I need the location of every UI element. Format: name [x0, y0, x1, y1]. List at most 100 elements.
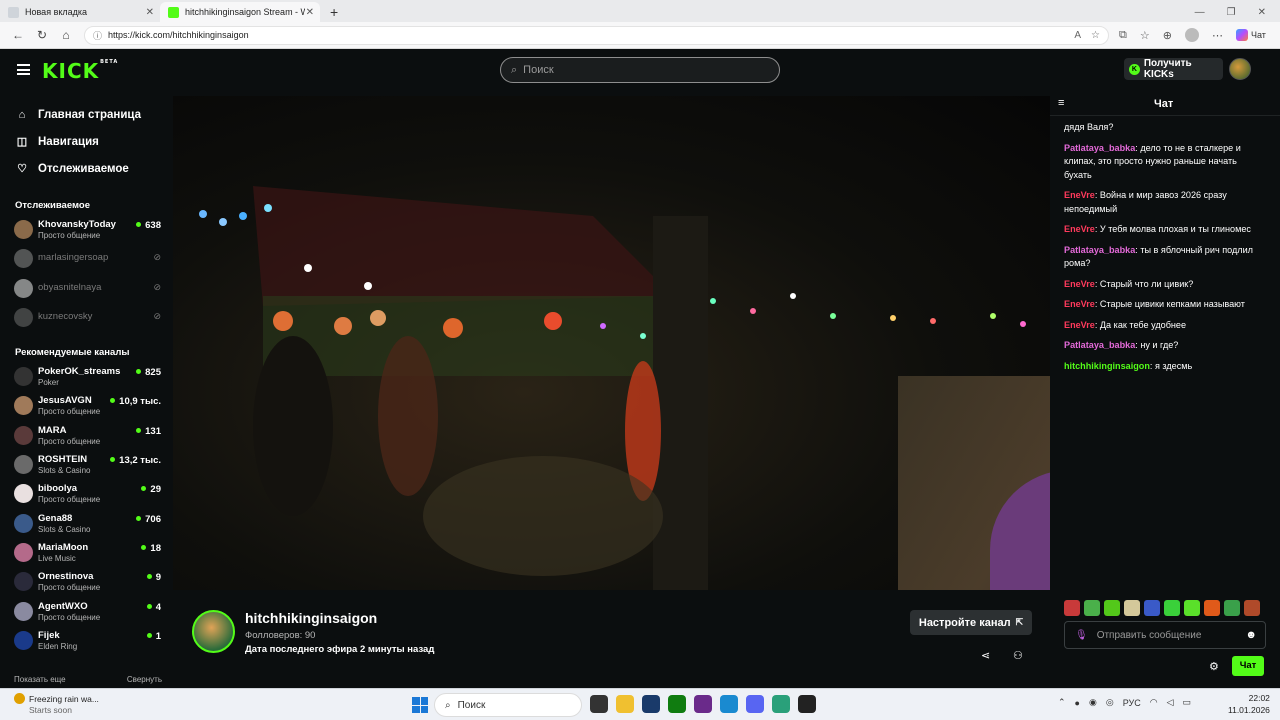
followed-channel[interactable]: kuznecovsky ⊘ [0, 304, 172, 333]
emote-icon[interactable] [1204, 600, 1220, 616]
followed-channel[interactable]: obyasnitelnaya ⊘ [0, 275, 172, 304]
microphone-icon[interactable]: 🎙 [1075, 630, 1088, 641]
kick-logo[interactable]: KICKBETA [42, 59, 118, 83]
emote-icon[interactable] [1184, 600, 1200, 616]
recommended-channel[interactable]: MariaMoon Live Music 18 [0, 539, 172, 568]
app-icon[interactable] [772, 695, 790, 713]
viewer-count: 18 [141, 543, 161, 554]
emote-icon[interactable] [1164, 600, 1180, 616]
language-indicator[interactable]: РУС [1123, 698, 1141, 708]
refresh-icon[interactable]: ↻ [30, 28, 54, 42]
favorites-icon[interactable]: ☆ [1140, 29, 1150, 42]
emote-icon[interactable] [1064, 600, 1080, 616]
volume-icon[interactable]: ◁ [1167, 697, 1174, 708]
discord-icon[interactable] [746, 695, 764, 713]
emote-icon[interactable] [1084, 600, 1100, 616]
emote-icon[interactable] [1244, 600, 1260, 616]
search-input[interactable]: ⌕ Поиск [500, 57, 780, 83]
recommended-channel[interactable]: biboolya Просто общение 29 [0, 480, 172, 509]
app-icon[interactable] [694, 695, 712, 713]
nav-browse[interactable]: ◫ Навигация [0, 128, 172, 155]
battery-icon[interactable]: ▭ [1183, 697, 1192, 708]
recommended-channel[interactable]: JesusAVGN Просто общение 10,9 тыс. [0, 392, 172, 421]
recommended-channel[interactable]: MARA Просто общение 131 [0, 422, 172, 451]
chat-username[interactable]: Patlataya_babka [1064, 245, 1135, 255]
windows-start-icon[interactable] [412, 697, 428, 713]
recommended-channel[interactable]: AgentWXO Просто общение 4 [0, 598, 172, 627]
user-plus-icon[interactable]: ⚇ [1013, 649, 1023, 662]
more-icon[interactable]: ⋯ [1212, 29, 1223, 42]
taskbar-search[interactable]: ⌕ Поиск [434, 693, 582, 717]
emote-icon[interactable] [1124, 600, 1140, 616]
channel-avatar[interactable] [192, 610, 235, 653]
file-explorer-icon[interactable] [616, 695, 634, 713]
tab-new[interactable]: Новая вкладка ✕ [0, 2, 160, 22]
back-icon[interactable]: ← [6, 28, 30, 42]
tray-app-icon[interactable]: ◉ [1089, 697, 1097, 708]
tab-kick[interactable]: hitchhikinginsaigon Stream - Wat ✕ [160, 2, 320, 22]
avatar [14, 601, 33, 621]
profile-avatar[interactable] [1184, 28, 1199, 42]
close-window-icon[interactable]: ✕ [1258, 7, 1266, 18]
emote-icon[interactable] [1144, 600, 1160, 616]
media-app-icon[interactable] [642, 695, 660, 713]
show-more-link[interactable]: Показать еще [14, 675, 66, 684]
chat-input[interactable]: 🎙 Отправить сообщение ☻ [1064, 621, 1266, 649]
recommended-channel[interactable]: Gena88 Slots & Casino 706 [0, 510, 172, 539]
nav-home[interactable]: ⌂ Главная страница [0, 101, 172, 128]
clock-date: 11.01.2026 [1228, 705, 1270, 715]
chat-username[interactable]: Patlataya_babka [1064, 143, 1135, 153]
user-avatar[interactable] [1229, 58, 1251, 80]
channel-name[interactable]: hitchhikinginsaigon [245, 610, 377, 626]
weather-notification[interactable]: Freezing rain wa... Starts soon [14, 693, 99, 716]
copilot-chat-button[interactable]: Чат [1235, 29, 1266, 41]
emote-icon[interactable] [1104, 600, 1120, 616]
url-field[interactable]: ⓘ https://kick.com/hitchhikinginsaigon A… [84, 25, 1109, 45]
chat-username[interactable]: EneVre [1064, 299, 1095, 309]
nav-following[interactable]: ♡ Отслеживаемое [0, 155, 172, 182]
followed-channel[interactable]: KhovanskyToday Просто общение 638 [0, 216, 172, 245]
extensions-icon[interactable]: ⧉ [1119, 29, 1127, 42]
close-icon[interactable]: ✕ [146, 7, 154, 18]
xbox-icon[interactable] [668, 695, 686, 713]
share-icon[interactable]: ⋖ [981, 649, 990, 662]
tray-app-icon[interactable]: ◎ [1106, 697, 1114, 708]
minimize-icon[interactable]: — [1195, 7, 1205, 18]
chat-username[interactable]: EneVre [1064, 320, 1095, 330]
tray-app-icon[interactable]: ● [1075, 698, 1080, 708]
recommended-channel[interactable]: ROSHTEIN Slots & Casino 13,2 тыс. [0, 451, 172, 480]
home-icon[interactable]: ⌂ [54, 28, 78, 42]
chevron-up-icon[interactable]: ⌃ [1058, 697, 1066, 708]
send-chat-button[interactable]: Чат [1232, 656, 1264, 676]
task-view-icon[interactable] [590, 695, 608, 713]
recommended-channel[interactable]: Fijek Elden Ring 1 [0, 627, 172, 656]
recommended-channel[interactable]: PokerOK_streams Poker 825 [0, 363, 172, 392]
wifi-icon[interactable]: ◠ [1150, 697, 1158, 708]
emoji-icon[interactable]: ☻ [1245, 629, 1257, 641]
read-aloud-icon[interactable]: A [1074, 30, 1081, 41]
info-icon[interactable]: ⓘ [93, 29, 102, 42]
recommended-channel[interactable]: Ornestinova Просто общение 9 [0, 568, 172, 597]
clock[interactable]: 22:02 11.01.2026 [1228, 692, 1270, 716]
chat-username[interactable]: hitchhikinginsaigon [1064, 361, 1150, 371]
menu-icon[interactable] [17, 64, 30, 75]
maximize-icon[interactable]: ❐ [1227, 7, 1236, 18]
get-kicks-button[interactable]: K Получить KICKs [1124, 58, 1223, 80]
chat-username[interactable]: EneVre [1064, 279, 1095, 289]
chat-username[interactable]: Patlataya_babka [1064, 340, 1135, 350]
collapse-chat-icon[interactable]: ≡ [1058, 97, 1064, 109]
collapse-link[interactable]: Свернуть [127, 675, 162, 684]
settings-gear-icon[interactable]: ⚙ [1209, 660, 1219, 673]
channel-category: Просто общение [38, 407, 101, 417]
app-icon[interactable] [798, 695, 816, 713]
favorite-star-icon[interactable]: ☆ [1091, 30, 1100, 41]
followed-channel[interactable]: marlasingersoap ⊘ [0, 245, 172, 274]
close-icon[interactable]: ✕ [306, 7, 314, 18]
edge-icon[interactable] [720, 695, 738, 713]
chat-username[interactable]: EneVre [1064, 190, 1095, 200]
emote-icon[interactable] [1224, 600, 1240, 616]
collections-icon[interactable]: ⊕ [1163, 29, 1172, 42]
new-tab-button[interactable]: + [320, 2, 348, 22]
chat-username[interactable]: EneVre [1064, 224, 1095, 234]
setup-channel-button[interactable]: Настройте канал ⇱ [910, 610, 1032, 635]
